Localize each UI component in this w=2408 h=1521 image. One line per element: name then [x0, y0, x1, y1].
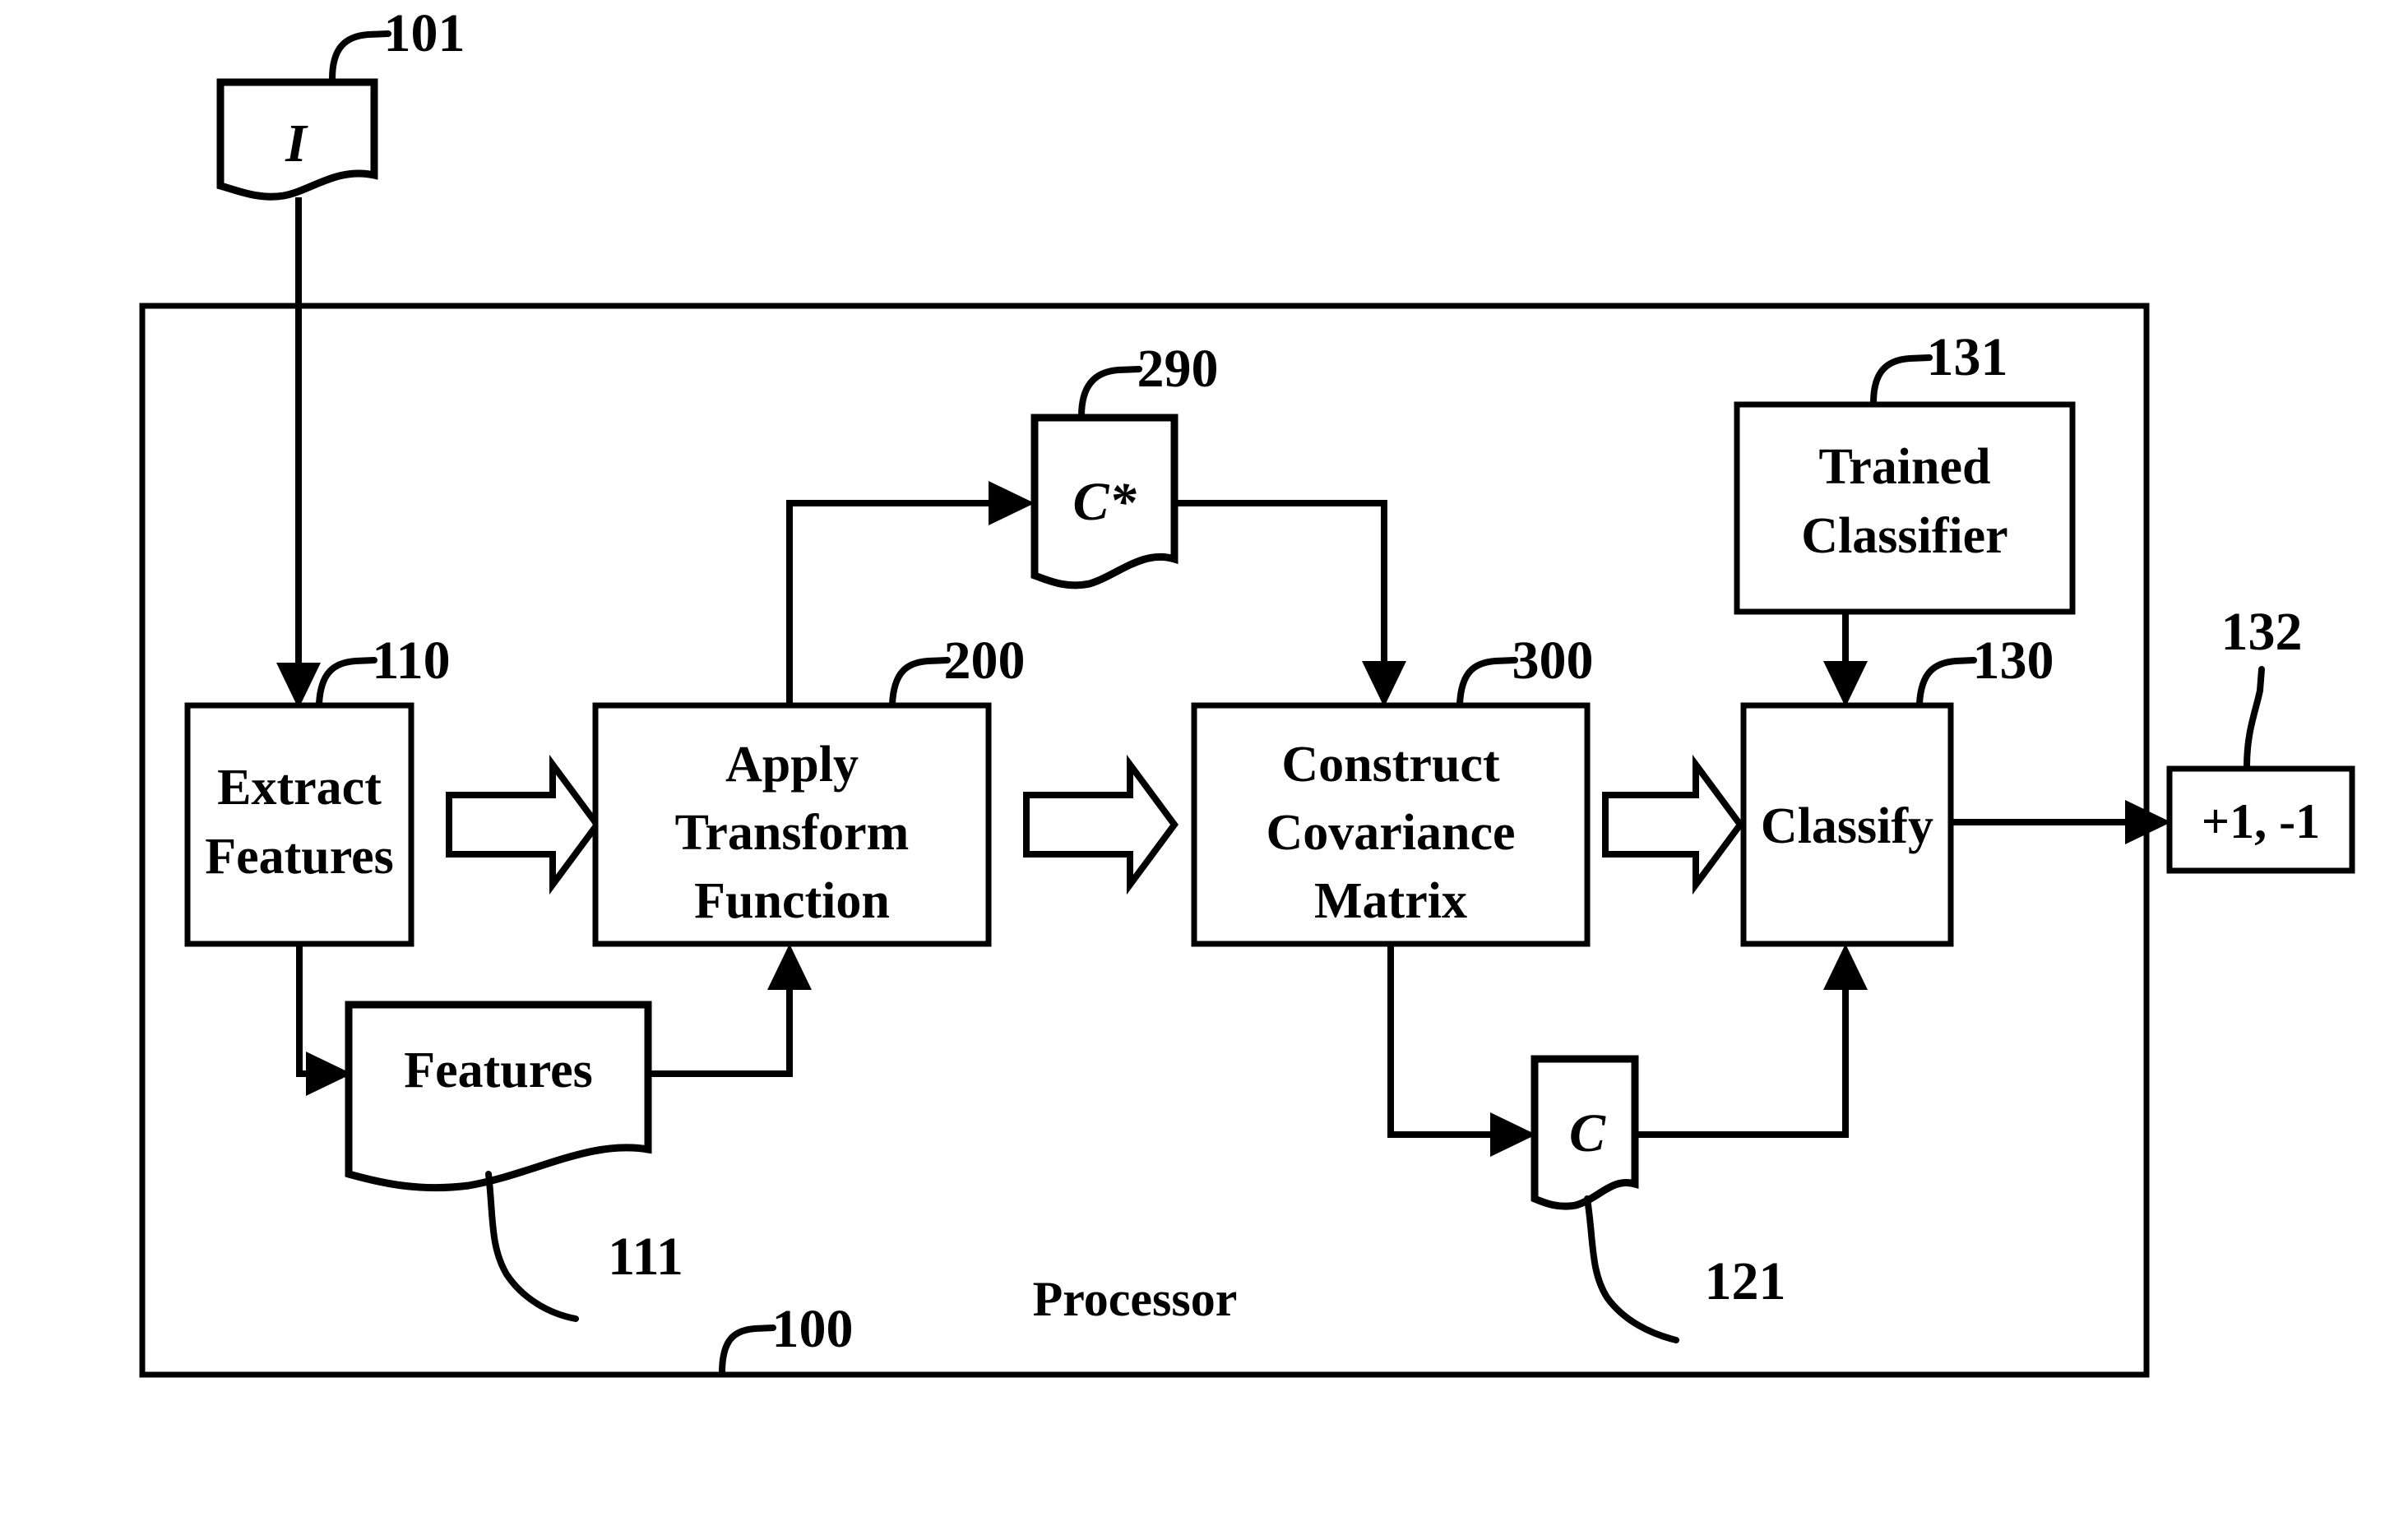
leader-line-300: [1456, 657, 1518, 707]
connector-covariance-to-c: [1387, 944, 1510, 1138]
node-label-cstar: C*: [1072, 472, 1137, 532]
leader-line-121: [1584, 1195, 1679, 1343]
node-label-classify: Classify: [1761, 798, 1933, 854]
leader-line-200: [889, 657, 951, 707]
arrowhead-transform-to-cstar: [989, 481, 1035, 525]
ref-numeral-132: 132: [2221, 602, 2303, 662]
ref-numeral-110: 110: [372, 631, 450, 691]
node-label-transform-line2: Transform: [675, 805, 910, 861]
leader-line-101: [329, 30, 391, 82]
node-label-covariance-line2: Covariance: [1266, 805, 1515, 861]
connector-c-to-classify: [1635, 970, 1849, 1138]
leader-line-290: [1078, 366, 1142, 419]
connector-cstar-to-covariance: [1174, 500, 1387, 679]
node-features-store[interactable]: Features: [345, 1001, 652, 1192]
node-label-c: C: [1569, 1103, 1606, 1163]
connector-features-to-transform: [648, 970, 793, 1077]
ref-numeral-200: 200: [944, 631, 1026, 691]
ref-numeral-121: 121: [1705, 1251, 1786, 1311]
node-label-extract-line2: Features: [205, 829, 394, 885]
ref-numeral-100: 100: [772, 1299, 854, 1359]
block-arrow-extract-to-transform: [446, 754, 601, 895]
arrowhead-cstar-to-covariance: [1362, 661, 1406, 707]
ref-numeral-130: 130: [1973, 631, 2054, 691]
ref-numeral-131: 131: [1927, 327, 2008, 387]
leader-line-100: [719, 1325, 776, 1376]
node-output[interactable]: +1, -1: [2166, 765, 2355, 874]
ref-numeral-300: 300: [1512, 631, 1594, 691]
arrowhead-covariance-to-c: [1490, 1112, 1536, 1157]
node-label-trained-line2: Classifier: [1801, 508, 2007, 564]
node-input-image[interactable]: I: [216, 78, 378, 201]
leader-line-131: [1870, 354, 1933, 406]
node-label-input-image: I: [285, 113, 308, 173]
node-classify[interactable]: Classify: [1740, 702, 1954, 947]
arrowhead-trained-to-classify: [1823, 661, 1868, 707]
node-label-output: +1, -1: [2202, 794, 2320, 848]
processor-label: Processor: [1033, 1272, 1238, 1326]
node-construct-covariance[interactable]: Construct Covariance Matrix: [1191, 702, 1591, 947]
connector-extract-to-features: [296, 944, 327, 1077]
node-apply-transform[interactable]: Apply Transform Function: [592, 702, 992, 947]
ref-numeral-111: 111: [608, 1227, 683, 1287]
node-label-transform-line1: Apply: [725, 737, 859, 793]
node-label-covariance-line1: Construct: [1281, 737, 1500, 793]
leader-line-132: [2244, 666, 2265, 770]
node-covariance-store[interactable]: C: [1530, 1055, 1639, 1210]
node-extract-features[interactable]: Extract Features: [184, 702, 414, 947]
block-arrow-transform-to-covariance: [1023, 754, 1179, 895]
leader-line-111: [485, 1171, 579, 1322]
leader-line-110: [316, 657, 377, 707]
arrowhead-features-to-transform: [767, 944, 812, 990]
leader-line-130: [1916, 657, 1977, 707]
block-arrow-covariance-to-classify: [1602, 754, 1744, 895]
node-label-features: Features: [404, 1043, 593, 1098]
node-label-extract-line1: Extract: [217, 760, 382, 816]
ref-numeral-101: 101: [384, 3, 465, 63]
arrowhead-input-to-extract: [276, 663, 321, 709]
arrowhead-c-to-classify: [1823, 944, 1868, 990]
node-c-star[interactable]: C*: [1030, 414, 1179, 589]
flowchart-svg: I 101 Extract Features 110 Apply Transfo…: [139, 3, 2355, 1378]
node-label-covariance-line3: Matrix: [1314, 873, 1467, 929]
process-box-extract-features: [184, 702, 414, 947]
ref-numeral-290: 290: [1137, 339, 1219, 399]
patent-figure: I 101 Extract Features 110 Apply Transfo…: [0, 0, 2408, 1521]
node-label-transform-line3: Function: [694, 873, 890, 929]
node-trained-classifier[interactable]: Trained Classifier: [1734, 401, 2076, 615]
node-label-trained-line1: Trained: [1819, 439, 1991, 495]
